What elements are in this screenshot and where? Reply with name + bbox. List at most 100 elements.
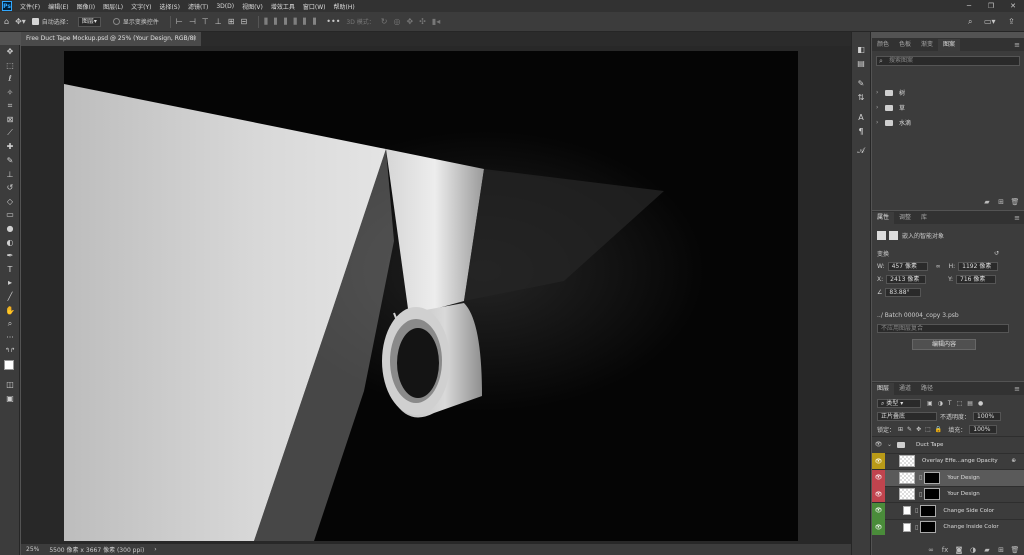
opacity-field[interactable]: 100% [973, 412, 1002, 421]
align-bottom-icon[interactable]: ⊟ [240, 17, 247, 26]
character-panel-icon[interactable]: A [852, 110, 870, 124]
magic-wand-icon[interactable]: ✧ [0, 86, 20, 100]
y-field[interactable]: 716 像素 [956, 275, 997, 284]
distribute-5-icon[interactable]: ⫼ [303, 17, 307, 27]
folder-icon[interactable]: ▰ [980, 198, 994, 206]
width-field[interactable]: 457 像素 [887, 262, 928, 271]
menu-edit[interactable]: 编辑(E) [44, 2, 72, 11]
layer-row-selected[interactable]: 👁 ▯ Your Design [872, 469, 1024, 486]
tab-patterns[interactable]: 图案 [938, 39, 961, 51]
fill-field[interactable]: 100% [969, 425, 998, 434]
new-layer-icon[interactable]: ⊞ [994, 546, 1008, 554]
layer-row[interactable]: 👁 ▯ Your Design [872, 485, 1024, 503]
align-left-icon[interactable]: ⊢ [176, 17, 183, 26]
lasso-tool-icon[interactable]: ℓ [0, 72, 20, 86]
show-transform-checkbox[interactable]: 显示变换控件 [112, 17, 159, 26]
menu-3d[interactable]: 3D(D) [212, 3, 238, 10]
layer-group-duct-tape[interactable]: 👁 ⌄ Duct Tape [872, 436, 1024, 453]
home-icon[interactable]: ⌂ [4, 17, 9, 26]
more-tools-icon[interactable]: ··· [0, 330, 20, 344]
distribute-1-icon[interactable]: ⫼ [264, 17, 268, 27]
history-panel-icon-2[interactable]: ▤ [852, 56, 870, 70]
auto-select-checkbox[interactable]: 自动选择： [31, 17, 72, 26]
menu-type[interactable]: 文字(Y) [127, 2, 155, 11]
height-field[interactable]: 1192 像素 [958, 262, 999, 271]
dodge-tool-icon[interactable]: ◐ [0, 235, 20, 249]
tab-gradients[interactable]: 渐变 [916, 39, 938, 51]
quick-mask-icon[interactable]: ◫ [0, 378, 20, 392]
adjustment-icon[interactable]: ◑ [966, 546, 980, 554]
eyedropper-icon[interactable]: ⟋ [0, 127, 20, 141]
menu-help[interactable]: 帮助(H) [330, 2, 359, 11]
eye-icon[interactable]: 👁 [872, 469, 885, 486]
menu-view[interactable]: 视图(V) [238, 2, 267, 11]
group-icon[interactable]: ▰ [980, 546, 994, 554]
tab-channels[interactable]: 通道 [894, 383, 916, 395]
glyphs-panel-icon[interactable]: 𝒜 [852, 144, 870, 158]
blur-tool-icon[interactable]: ● [0, 222, 20, 236]
menu-filter[interactable]: 滤镜(T) [184, 2, 212, 11]
chevron-right-icon[interactable]: › [876, 119, 882, 126]
status-arrow-icon[interactable]: › [154, 546, 156, 553]
layer-row[interactable]: 👁 Overlay Effe...ange Opacity ⊕ [872, 452, 1024, 470]
mask-icon[interactable]: ◙ [952, 546, 966, 554]
eraser-icon[interactable]: ◇ [0, 195, 20, 209]
hand-tool-icon[interactable]: ✋ [0, 303, 20, 317]
new-pattern-icon[interactable]: ⊞ [994, 198, 1008, 206]
pattern-group[interactable]: › 草 [872, 100, 1024, 115]
zoom-level[interactable]: 25% [26, 546, 39, 553]
stamp-tool-icon[interactable]: ⊥ [0, 167, 20, 181]
search-icon[interactable]: ⌕ [968, 17, 972, 27]
close-window-icon[interactable]: ✕ [1002, 0, 1024, 12]
brush-tool-icon[interactable]: ✎ [0, 154, 20, 168]
more-options-button[interactable]: ••• [326, 17, 340, 26]
trash-icon[interactable]: 🗑 [1008, 546, 1022, 554]
chevron-down-icon[interactable]: ⌄ [887, 441, 892, 448]
tab-paths[interactable]: 路径 [916, 383, 938, 395]
auto-select-dropdown[interactable]: 图层 ▾ [77, 16, 101, 27]
align-center-icon[interactable]: ⊣ [189, 17, 196, 26]
gradient-tool-icon[interactable]: ▭ [0, 208, 20, 222]
lock-all-icon[interactable]: 🔒 [935, 426, 942, 433]
lock-position-icon[interactable]: ✥ [916, 426, 921, 433]
crop-tool-icon[interactable]: ⌗ [0, 99, 20, 113]
type-tool-icon[interactable]: T [0, 263, 20, 277]
share-icon[interactable]: ⇪ [1008, 17, 1015, 26]
distribute-3-icon[interactable]: ⫼ [284, 17, 288, 27]
link-layers-icon[interactable]: ∞ [924, 546, 938, 554]
trash-icon[interactable]: 🗑 [1008, 198, 1022, 206]
chevron-right-icon[interactable]: › [876, 89, 882, 96]
x-field[interactable]: 2413 像素 [886, 275, 927, 284]
layer-row[interactable]: 👁 ▯ Change Inside Color [872, 518, 1024, 536]
pattern-group[interactable]: › 树 [872, 85, 1024, 100]
eye-icon[interactable]: 👁 [872, 437, 885, 453]
pattern-group[interactable]: › 水滴 [872, 115, 1024, 130]
pen-tool-icon[interactable]: ✒ [0, 249, 20, 263]
move-tool-icon[interactable]: ✥ [0, 45, 20, 59]
menu-file[interactable]: 文件(F) [16, 2, 44, 11]
tab-color[interactable]: 颜色 [872, 39, 894, 51]
brush-settings-icon[interactable]: ✎ [852, 76, 870, 90]
reset-transform-icon[interactable]: ↺ [994, 250, 999, 257]
menu-select[interactable]: 选择(S) [155, 2, 184, 11]
menu-window[interactable]: 窗口(W) [299, 2, 330, 11]
screen-mode-icon[interactable]: ▣ [0, 391, 20, 405]
zoom-tool-icon[interactable]: ⌕ [0, 317, 20, 331]
path-select-icon[interactable]: ▸ [0, 276, 20, 290]
eye-icon[interactable]: 👁 [872, 453, 885, 470]
lock-transparent-icon[interactable]: ⊞ [898, 426, 903, 433]
eye-icon[interactable]: 👁 [872, 519, 885, 536]
tab-libraries[interactable]: 库 [916, 212, 932, 224]
eye-icon[interactable]: 👁 [872, 486, 885, 503]
filter-adjust-icon[interactable]: ◑ [938, 400, 943, 407]
distribute-4-icon[interactable]: ⫼ [293, 17, 297, 27]
eye-icon[interactable]: 👁 [872, 502, 885, 519]
layer-row[interactable]: 👁 ▯ Change Side Color [872, 502, 1024, 519]
pattern-search-input[interactable]: ⌕ 搜索图案 [876, 56, 1020, 66]
layer-kind-dropdown[interactable]: ⌕ 类型 ▾ [877, 399, 921, 408]
mockup-artwork[interactable] [64, 51, 798, 541]
link-icon[interactable]: ∞ [936, 263, 941, 270]
lock-artboard-icon[interactable]: ⬚ [925, 426, 931, 433]
filter-pixel-icon[interactable]: ▣ [927, 400, 933, 407]
workspace-icon[interactable]: ▭▾ [984, 17, 996, 26]
